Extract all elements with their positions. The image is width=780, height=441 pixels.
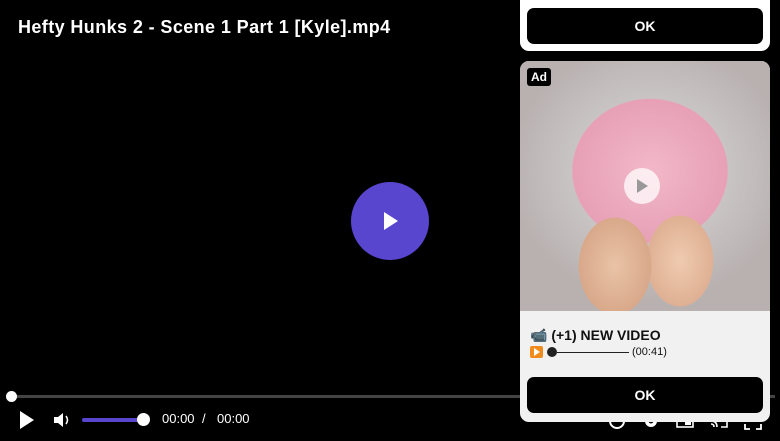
play-icon xyxy=(20,411,34,429)
ad-progress-dot xyxy=(547,347,557,357)
play-icon xyxy=(384,212,398,230)
ad-thumbnail[interactable] xyxy=(520,61,770,311)
volume-icon[interactable] xyxy=(52,411,72,429)
volume-handle[interactable] xyxy=(137,413,150,426)
ad-ok-button[interactable]: OK xyxy=(527,377,763,413)
video-title: Hefty Hunks 2 - Scene 1 Part 1 [Kyle].mp… xyxy=(18,17,391,37)
mini-play-icon xyxy=(530,346,543,358)
ad-progress-line xyxy=(557,351,629,353)
time-separator: / xyxy=(202,411,206,426)
ad-headline: 📹 (+1) NEW VIDEO xyxy=(530,327,661,343)
ad-duration: (00:41) xyxy=(632,346,667,358)
duration-time: 00:00 xyxy=(217,411,250,426)
volume-slider[interactable] xyxy=(82,418,144,422)
ad-top-ok-button[interactable]: OK xyxy=(527,8,763,44)
play-button[interactable] xyxy=(16,409,38,431)
ad-play-button[interactable] xyxy=(624,168,660,204)
current-time: 00:00 xyxy=(162,411,195,426)
ad-badge: Ad xyxy=(527,68,551,86)
big-play-button[interactable] xyxy=(351,182,429,260)
play-icon xyxy=(637,179,648,193)
ad-subline: (00:41) xyxy=(530,346,667,358)
ad-popup[interactable]: Ad 📹 (+1) NEW VIDEO (00:41) OK xyxy=(520,61,770,422)
progress-handle[interactable] xyxy=(6,391,17,402)
ad-popup-top: OK xyxy=(520,0,770,51)
